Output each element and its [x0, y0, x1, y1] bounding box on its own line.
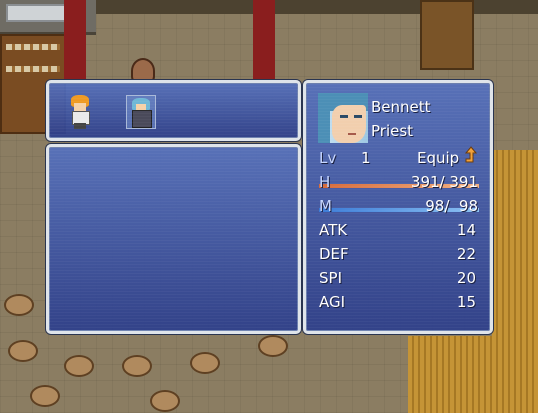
red-carpet-right [253, 0, 275, 82]
actor-portrait [318, 93, 368, 143]
stool [122, 355, 152, 377]
level-label: Lv [319, 149, 337, 167]
hp-value: 391/ 391 [410, 173, 478, 191]
command-list-window[interactable] [46, 144, 301, 334]
storage-cabinet [420, 0, 474, 70]
stat-value-agi: 15 [456, 293, 476, 311]
actor-class: Priest [371, 122, 414, 140]
wheat-field-bottom [408, 336, 538, 413]
sink [6, 4, 72, 22]
actor-status-window: Bennett Priest Lv 1 Equip H 391/ 391 M 9… [303, 80, 493, 334]
priest-body [132, 110, 152, 128]
party-member-hero[interactable] [65, 95, 95, 129]
mp-label: M [319, 197, 332, 215]
stat-label-atk: ATK [319, 221, 348, 239]
party-window [46, 80, 301, 141]
stool [190, 352, 220, 374]
portrait-eye [354, 115, 362, 118]
actor-name: Bennett [371, 98, 431, 116]
portrait-face [332, 105, 366, 143]
stat-label-def: DEF [319, 245, 349, 263]
stool [30, 385, 60, 407]
stat-label-spi: SPI [319, 269, 342, 287]
level-value: 1 [361, 149, 371, 167]
stool [258, 335, 288, 357]
stool [4, 294, 34, 316]
portrait-eye [340, 115, 348, 118]
portrait-mouth [348, 133, 356, 135]
stat-value-def: 22 [456, 245, 476, 263]
hero-face [74, 103, 86, 111]
red-carpet-left [64, 0, 86, 82]
stat-label-agi: AGI [319, 293, 346, 311]
stat-value-spi: 20 [456, 269, 476, 287]
stat-value-atk: 14 [456, 221, 476, 239]
equip-label: Equip [417, 149, 460, 167]
stool [8, 340, 38, 362]
hero-legs [74, 123, 86, 129]
portrait-hair-side [318, 93, 330, 143]
mp-value: 98/ 98 [425, 197, 478, 215]
stool [64, 355, 94, 377]
party-member-priest[interactable] [126, 95, 156, 129]
hp-label: H [319, 173, 331, 191]
stool [150, 390, 180, 412]
up-arrow-icon [465, 146, 477, 163]
